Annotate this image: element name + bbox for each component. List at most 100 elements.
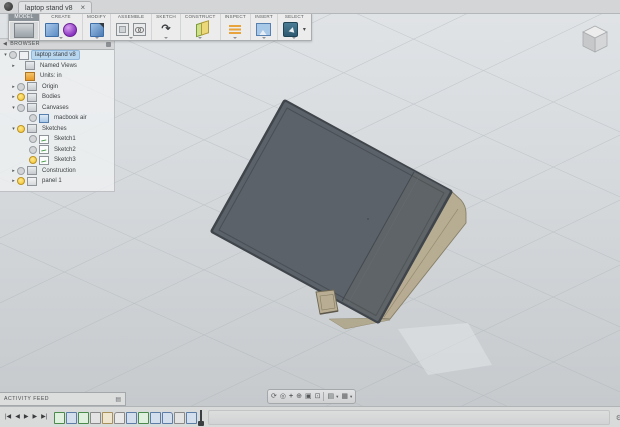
measure-icon[interactable] [229,25,242,34]
look-at-icon[interactable] [280,391,286,402]
browser-panel: ◀ BROWSER ▾ laptop stand v8 ▸ Named View… [0,38,115,192]
go-to-start-button[interactable]: |◀ [4,411,12,424]
display-settings-icon[interactable] [327,391,334,402]
visibility-bulb-icon[interactable] [29,156,37,165]
browser-item-sketch3[interactable]: Sketch3 [0,155,114,166]
timeline-feature[interactable] [114,411,126,424]
timeline-feature[interactable] [78,411,90,424]
timeline-feature[interactable] [102,411,114,424]
timeline-feature[interactable] [162,411,174,424]
browser-item-panel1[interactable]: ▸ panel 1 [0,176,114,187]
fit-icon[interactable] [305,391,312,402]
group-label[interactable]: INSERT [251,13,277,21]
tab-close-icon[interactable]: × [80,3,85,12]
toolbar-group-select: SELECT ▾ [278,13,311,40]
expand-caret-icon[interactable]: ▸ [10,94,17,100]
sphere-icon[interactable] [63,22,77,37]
visibility-bulb-icon[interactable] [17,124,25,133]
timeline-feature[interactable] [90,411,102,424]
activity-feed-icon[interactable]: ▤ [115,396,121,403]
create-sketch-icon[interactable]: ↷ [161,24,170,35]
step-forward-button[interactable]: ▶ [31,411,38,424]
timeline-feature[interactable] [186,411,198,424]
expand-caret-icon[interactable]: ▾ [10,105,17,111]
group-label[interactable]: SELECT [278,13,311,21]
group-label[interactable]: CONSTRUCT [181,13,220,21]
select-dropdown-caret-icon[interactable]: ▾ [303,26,306,33]
visibility-bulb-icon[interactable] [29,114,37,123]
browser-item-sketch1[interactable]: Sketch1 [0,134,114,145]
timeline-features [54,411,198,424]
document-tab[interactable]: laptop stand v8 × [18,1,93,13]
browser-item-sketches[interactable]: ▾ Sketches [0,124,114,135]
timeline-feature[interactable] [54,411,66,424]
visibility-bulb-icon[interactable] [29,135,37,144]
browser-item-units[interactable]: Units: in [0,71,114,82]
expand-caret-icon[interactable]: ▸ [10,84,17,90]
visibility-bulb-icon[interactable] [29,145,37,154]
expand-caret-icon[interactable]: ▸ [10,178,17,184]
item-label: Units: in [40,73,62,80]
play-button[interactable]: ▶ [23,411,30,424]
construction-plane-icon[interactable] [196,21,205,38]
browser-item-named-views[interactable]: ▸ Named Views [0,61,114,72]
timeline-playhead[interactable] [198,410,205,426]
timeline-feature[interactable] [66,411,78,424]
timeline-feature[interactable] [174,411,186,424]
activity-feed-bar[interactable]: ACTIVITY FEED ▤ [0,392,126,406]
item-label: macbook air [54,115,87,122]
step-back-button[interactable]: ◀ [14,411,21,424]
pan-icon[interactable] [289,391,293,402]
press-pull-icon[interactable] [89,22,104,37]
expand-caret-icon[interactable]: ▾ [10,126,17,132]
group-label[interactable]: SKETCH [152,13,180,21]
timeline-playback-controls: |◀ ◀ ▶ ▶ ▶| [4,411,48,424]
browser-item-construction[interactable]: ▸ Construction [0,166,114,177]
orbit-icon[interactable] [271,391,277,402]
expand-caret-icon[interactable]: ▸ [10,63,17,69]
browser-item-origin[interactable]: ▸ Origin [0,82,114,93]
stand-front-clip [315,289,339,315]
box-icon[interactable] [45,22,59,37]
group-label[interactable]: INSPECT [221,13,250,21]
browser-item-sketch2[interactable]: Sketch2 [0,145,114,156]
folder-icon [27,82,37,92]
visibility-bulb-icon[interactable] [17,82,25,91]
expand-caret-icon[interactable]: ▸ [10,168,17,174]
joint-icon[interactable] [133,23,147,36]
select-icon[interactable] [282,22,298,37]
visibility-bulb-icon[interactable] [17,166,25,175]
grid-settings-caret-icon[interactable]: ▾ [350,394,352,400]
browser-item-root[interactable]: ▾ laptop stand v8 [0,50,114,61]
go-to-end-button[interactable]: ▶| [40,411,48,424]
new-component-icon[interactable] [116,23,130,36]
timeline-bar: |◀ ◀ ▶ ▶ ▶| ⚙ [0,406,620,427]
zoom-window-icon[interactable] [315,391,321,402]
browser-item-macbook-air[interactable]: macbook air [0,113,114,124]
browser-collapse-icon[interactable]: ◀ [3,41,7,47]
display-settings-caret-icon[interactable]: ▾ [336,394,338,400]
view-cube[interactable] [576,21,614,59]
visibility-bulb-icon[interactable] [17,93,25,102]
group-label[interactable]: CREATE [40,13,82,21]
workspace-switcher[interactable]: MODEL [9,13,40,40]
viewport-3d[interactable]: MODEL CREATE MODIFY ASSEMBLE SKETCH ↷ CO… [0,13,620,406]
visibility-bulb-icon[interactable] [9,51,17,60]
zoom-icon[interactable] [296,391,302,402]
timeline-settings-icon[interactable]: ⚙ [616,414,620,422]
browser-options-icon[interactable] [106,41,111,47]
timeline-feature[interactable] [126,411,138,424]
browser-item-canvases[interactable]: ▾ Canvases [0,103,114,114]
timeline-feature[interactable] [138,411,150,424]
visibility-bulb-icon[interactable] [17,177,25,186]
group-label[interactable]: ASSEMBLE [111,13,151,21]
timeline-track[interactable] [208,410,610,425]
visibility-bulb-icon[interactable] [17,103,25,112]
group-label[interactable]: MODIFY [83,13,110,21]
browser-item-bodies[interactable]: ▸ Bodies [0,92,114,103]
grid-settings-icon[interactable] [341,391,348,402]
workspace-button[interactable] [10,22,38,39]
expand-caret-icon[interactable]: ▾ [2,52,9,58]
timeline-feature[interactable] [150,411,162,424]
insert-canvas-icon[interactable] [256,23,272,36]
